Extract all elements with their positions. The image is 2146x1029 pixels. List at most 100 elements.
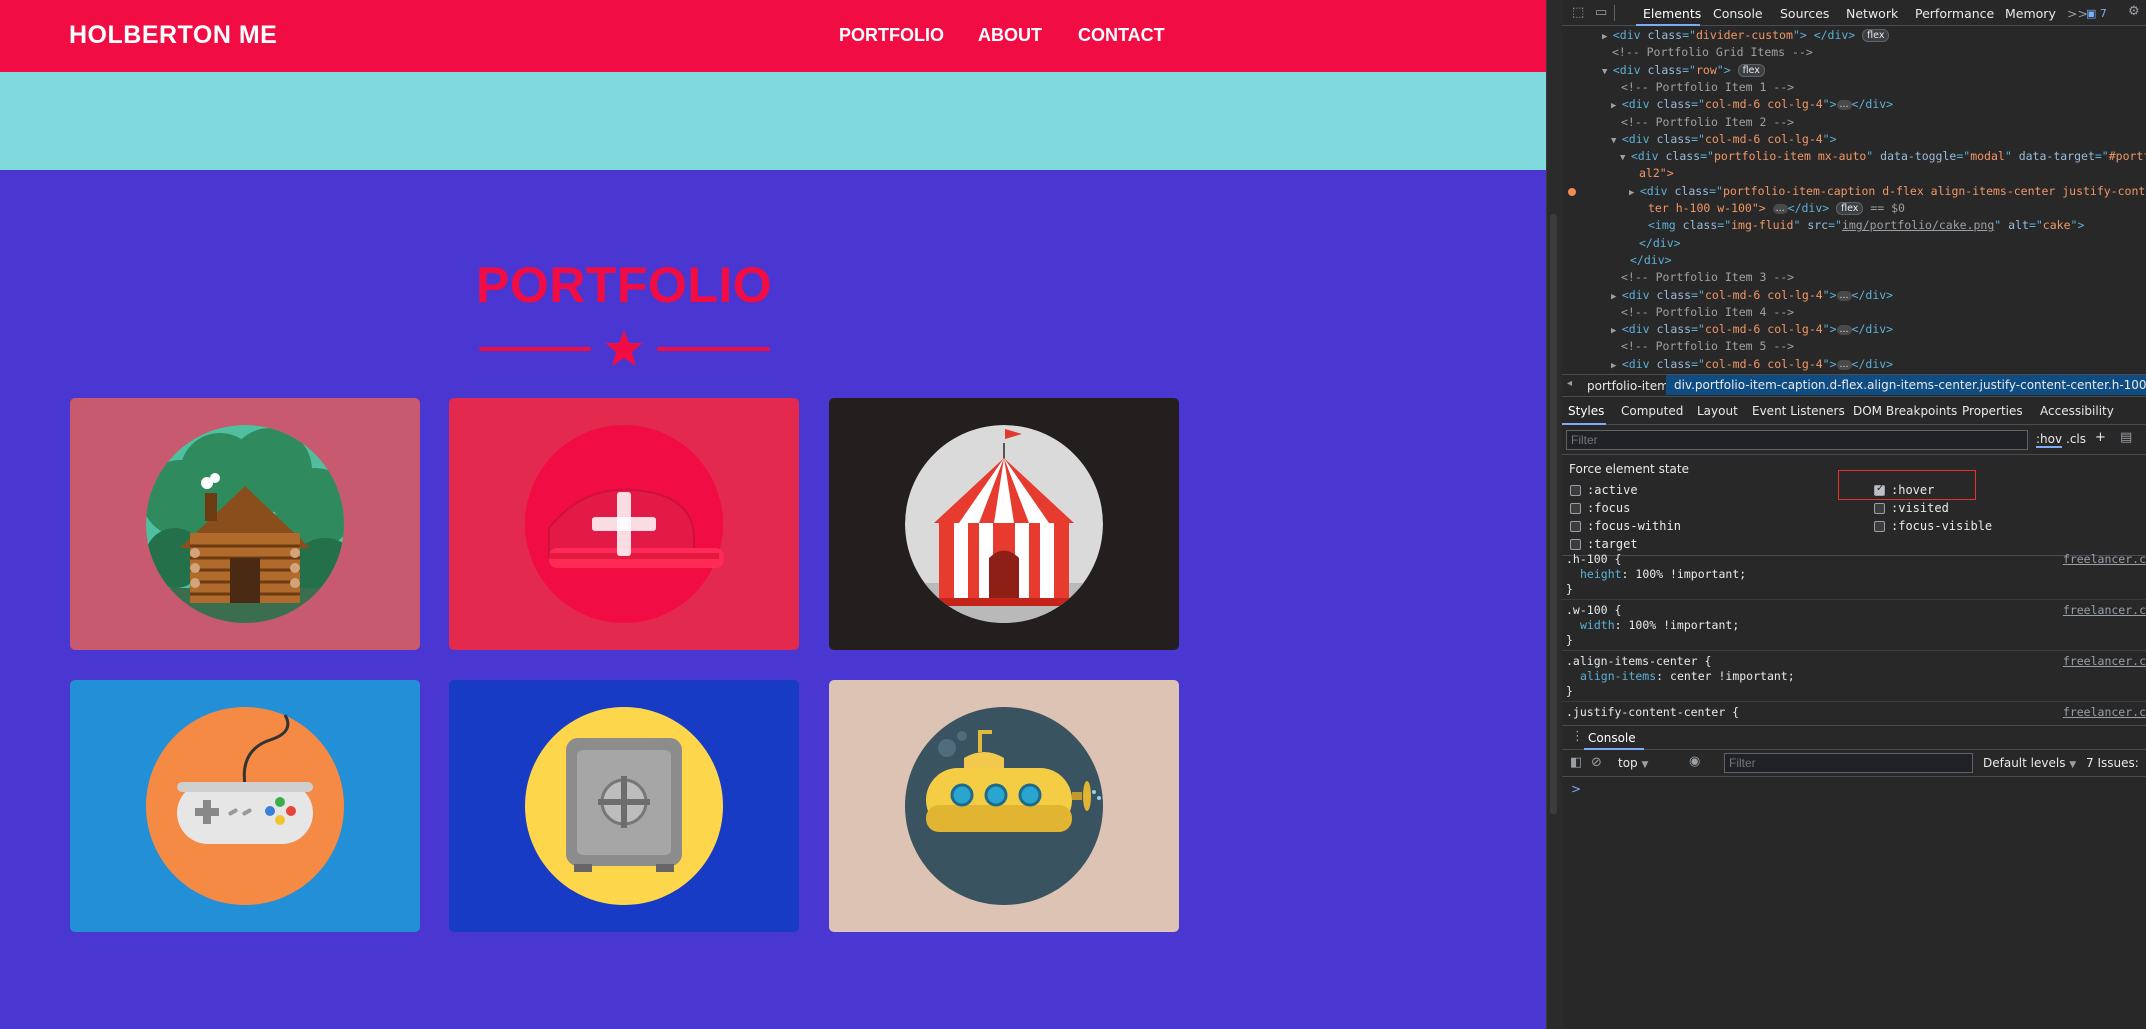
subtab-layout[interactable]: Layout xyxy=(1697,404,1738,418)
subtab-dom-breakpoints[interactable]: DOM Breakpoints xyxy=(1853,404,1957,418)
issues-counter[interactable]: ▣ 7 xyxy=(2086,7,2107,20)
tab-network[interactable]: Network xyxy=(1846,6,1898,21)
dom-node-line[interactable]: ▼ <div class="row"> flex xyxy=(1602,62,1765,79)
attr-punct: =" xyxy=(1700,149,1714,164)
issues-summary[interactable]: 7 Issues: xyxy=(2086,756,2139,770)
css-declaration[interactable]: height: 100% !important; xyxy=(1580,567,1746,582)
context-selector[interactable]: top ▼ xyxy=(1618,756,1648,770)
checkbox-focus-visible[interactable] xyxy=(1874,521,1885,532)
css-source-link[interactable]: freelancer.c xyxy=(2063,654,2146,668)
more-tabs-button[interactable]: >> xyxy=(2067,6,2088,21)
drawer-menu-icon[interactable]: ⋮ xyxy=(1571,729,1584,744)
dom-node-line[interactable]: <!-- Portfolio Item 1 --> xyxy=(1621,79,1794,96)
html-comment: <!-- Portfolio Grid Items --> xyxy=(1612,45,1813,60)
collapsed-content-icon: … xyxy=(1772,204,1788,214)
css-selector[interactable]: .justify-content-center { xyxy=(1566,705,1739,720)
checkbox-visited[interactable] xyxy=(1874,503,1885,514)
dom-node-line[interactable]: ▶ <div class="col-md-6 col-lg-4">… </div> xyxy=(1611,287,1893,304)
inspect-element-icon[interactable]: ⬚ xyxy=(1572,5,1584,20)
attr-name: class xyxy=(1647,28,1683,42)
nav-link-contact[interactable]: CONTACT xyxy=(1078,25,1165,46)
checkbox-active[interactable] xyxy=(1570,485,1581,496)
dom-node-line[interactable]: ▶ <div class="col-md-6 col-lg-4">… </div> xyxy=(1611,356,1893,373)
dom-node-line[interactable]: ▶ <div class="col-md-6 col-lg-4">… </div> xyxy=(1611,96,1893,113)
css-declaration[interactable]: align-items: center !important; xyxy=(1580,669,1795,684)
dom-node-line[interactable]: <!-- Portfolio Item 5 --> xyxy=(1621,338,1794,355)
dom-node-line[interactable]: al2"> xyxy=(1639,165,1674,182)
portfolio-item-circus[interactable] xyxy=(829,398,1179,650)
css-selector[interactable]: .w-100 { xyxy=(1566,603,1621,618)
cls-toggle[interactable]: .cls xyxy=(2066,432,2086,446)
portfolio-item-safe[interactable] xyxy=(449,680,799,932)
console-sidebar-icon[interactable]: ◧ xyxy=(1570,755,1582,770)
css-declaration[interactable]: width: 100% !important; xyxy=(1580,618,1739,633)
subtab-accessibility[interactable]: Accessibility xyxy=(2040,404,2114,418)
expand-toggle-icon[interactable]: ▼ xyxy=(1620,153,1631,163)
dom-node-line[interactable]: <!-- Portfolio Item 3 --> xyxy=(1621,269,1794,286)
css-value: : center !important; xyxy=(1656,669,1795,683)
dom-node-line[interactable]: ▼ <div class="col-md-6 col-lg-4"> xyxy=(1611,131,1837,148)
collapsed-content-icon: … xyxy=(1836,325,1852,336)
dom-node-line[interactable]: <img class="img-fluid" src="img/portfoli… xyxy=(1648,217,2084,234)
expand-toggle-icon[interactable]: ▶ xyxy=(1611,292,1622,302)
css-source-link[interactable]: freelancer.c xyxy=(2063,552,2146,566)
console-prompt[interactable]: > xyxy=(1571,782,1581,796)
console-filter-input[interactable] xyxy=(1724,753,1973,773)
crumb-scroll-left-icon[interactable]: ◂ xyxy=(1567,378,1572,389)
live-expression-eye-icon[interactable]: ◉ xyxy=(1689,754,1700,769)
portfolio-item-cake[interactable] xyxy=(449,398,799,650)
css-property: width xyxy=(1580,618,1615,632)
device-toolbar-icon[interactable]: ▭ xyxy=(1595,5,1607,20)
expand-toggle-icon[interactable]: ▶ xyxy=(1611,361,1622,371)
expand-toggle-icon[interactable]: ▼ xyxy=(1611,136,1622,146)
subtab-styles[interactable]: Styles xyxy=(1568,404,1604,418)
sidebar-toggle-icon[interactable]: ▤ xyxy=(2120,430,2132,445)
checkbox-focus[interactable] xyxy=(1570,503,1581,514)
page-scrollbar-thumb[interactable] xyxy=(1550,214,1557,814)
nav-link-about[interactable]: ABOUT xyxy=(978,25,1042,46)
expand-toggle-icon[interactable]: ▶ xyxy=(1611,101,1622,111)
expand-toggle-icon[interactable]: ▶ xyxy=(1629,188,1640,198)
subtab-computed[interactable]: Computed xyxy=(1621,404,1683,418)
brand-logo[interactable]: HOLBERTON ME xyxy=(69,21,277,50)
dom-node-line[interactable]: ▼ <div class="portfolio-item mx-auto" da… xyxy=(1620,148,2146,165)
dom-node-line[interactable]: ▶ <div class="col-md-6 col-lg-4">… </div> xyxy=(1611,321,1893,338)
expand-toggle-icon[interactable]: ▶ xyxy=(1611,326,1622,336)
nav-link-portfolio[interactable]: PORTFOLIO xyxy=(839,25,944,46)
clear-console-icon[interactable]: ⊘ xyxy=(1591,755,1602,770)
expand-toggle-icon[interactable]: ▶ xyxy=(1602,32,1613,42)
dom-node-line[interactable]: ter h-100 w-100"> … </div> flex == $0 xyxy=(1648,200,1905,217)
settings-gear-icon[interactable]: ⚙ xyxy=(2128,4,2140,19)
attr-value-continued: al2"> xyxy=(1639,166,1674,181)
css-selector[interactable]: .align-items-center { xyxy=(1566,654,1711,669)
dom-node-line[interactable]: <!-- Portfolio Item 2 --> xyxy=(1621,114,1794,131)
dom-node-line[interactable]: </div> xyxy=(1639,235,1681,252)
tab-sources[interactable]: Sources xyxy=(1780,6,1829,21)
new-style-rule-icon[interactable]: + xyxy=(2095,430,2106,445)
portfolio-item-cabin[interactable] xyxy=(70,398,420,650)
checkbox-target[interactable] xyxy=(1570,539,1581,550)
tab-performance[interactable]: Performance xyxy=(1915,6,1994,21)
styles-filter-input[interactable] xyxy=(1566,430,2028,450)
css-source-link[interactable]: freelancer.c xyxy=(2063,705,2146,719)
dom-node-line[interactable]: ▶ <div class="portfolio-item-caption d-f… xyxy=(1629,183,2146,200)
dom-node-line[interactable]: <!-- Portfolio Item 4 --> xyxy=(1621,304,1794,321)
expand-toggle-icon[interactable]: ▼ xyxy=(1602,67,1613,77)
drawer-tab-console[interactable]: Console xyxy=(1588,731,1636,745)
tab-memory[interactable]: Memory xyxy=(2005,6,2056,21)
portfolio-item-submarine[interactable] xyxy=(829,680,1179,932)
breadcrumb-item-caption[interactable]: div.portfolio-item-caption.d-flex.align-… xyxy=(1666,375,2146,395)
portfolio-item-game[interactable] xyxy=(70,680,420,932)
subtab-event-listeners[interactable]: Event Listeners xyxy=(1752,404,1845,418)
hov-toggle[interactable]: :hov xyxy=(2036,432,2063,448)
subtab-properties[interactable]: Properties xyxy=(1962,404,2023,418)
checkbox-focus-within[interactable] xyxy=(1570,521,1581,532)
css-source-link[interactable]: freelancer.c xyxy=(2063,603,2146,617)
dom-node-line[interactable]: <!-- Portfolio Grid Items --> xyxy=(1612,44,1813,61)
tab-console[interactable]: Console xyxy=(1713,6,1763,21)
tab-elements[interactable]: Elements xyxy=(1643,6,1701,21)
dom-node-line[interactable]: ▶ <div class="divider-custom"> </div> fl… xyxy=(1602,27,1890,44)
log-levels-selector[interactable]: Default levels ▼ xyxy=(1983,756,2076,770)
dom-node-line[interactable]: </div> xyxy=(1630,252,1672,269)
css-selector[interactable]: .h-100 { xyxy=(1566,552,1621,567)
